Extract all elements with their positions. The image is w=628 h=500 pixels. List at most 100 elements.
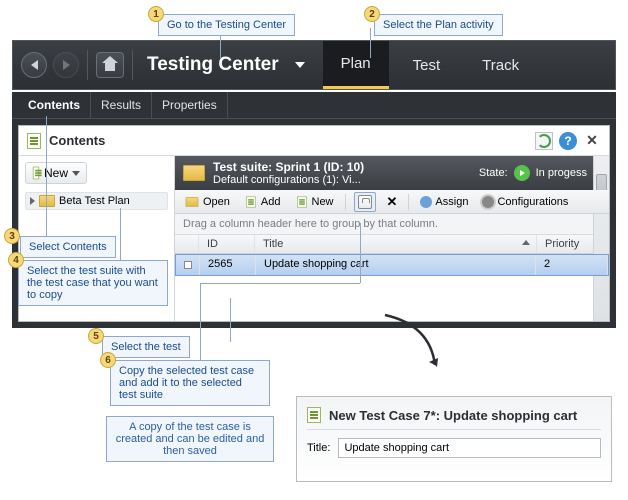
add-icon bbox=[246, 196, 256, 207]
separator bbox=[408, 194, 409, 210]
new-suite-button[interactable]: New bbox=[25, 162, 87, 184]
connector bbox=[230, 298, 231, 342]
person-icon bbox=[420, 196, 432, 208]
separator bbox=[87, 50, 88, 80]
toolbar: Open Add New ✕ Assign Configurations bbox=[175, 190, 609, 214]
sort-asc-icon bbox=[522, 240, 530, 245]
col-title[interactable]: Title bbox=[255, 235, 537, 253]
new-test-case-panel: New Test Case 7*: Update shopping cart T… bbox=[296, 396, 612, 482]
callout-copy-test: Copy the selected test case and add it t… bbox=[110, 360, 270, 406]
callout-select-plan: Select the Plan activity bbox=[374, 14, 503, 36]
subtab-bar: Contents Results Properties bbox=[12, 92, 616, 118]
new-button[interactable]: New bbox=[292, 192, 337, 212]
card-title: Contents bbox=[49, 133, 105, 148]
col-id[interactable]: ID bbox=[199, 235, 255, 253]
separator bbox=[345, 194, 346, 210]
subtab-results[interactable]: Results bbox=[91, 92, 152, 118]
tab-track[interactable]: Track bbox=[464, 41, 537, 89]
connector bbox=[200, 283, 201, 361]
connector bbox=[360, 223, 361, 283]
cell-id: 2565 bbox=[200, 255, 256, 275]
cell-title: Update shopping cart bbox=[256, 255, 536, 275]
expand-icon bbox=[30, 197, 35, 205]
separator bbox=[132, 50, 133, 80]
new-test-case-header: New Test Case 7*: Update shopping cart bbox=[307, 407, 601, 430]
card-header: Contents ? ✕ bbox=[19, 126, 609, 156]
col-check[interactable] bbox=[175, 235, 199, 253]
callout-select-test: Select the test bbox=[102, 336, 190, 358]
detail-pane: Test suite: Sprint 1 (ID: 10) Default co… bbox=[175, 156, 609, 321]
document-icon bbox=[33, 167, 39, 180]
configurations-button[interactable]: Configurations bbox=[479, 194, 571, 210]
callout-goto-center: Go to the Testing Center bbox=[158, 14, 295, 36]
new-test-case-title: New Test Case 7*: Update shopping cart bbox=[329, 408, 577, 423]
assign-label: Assign bbox=[435, 196, 468, 208]
home-icon bbox=[103, 59, 117, 71]
flow-arrow-icon bbox=[380, 310, 450, 380]
step-badge-2: 2 bbox=[364, 6, 380, 22]
home-button[interactable] bbox=[96, 52, 124, 78]
cell-priority: 2 bbox=[536, 255, 608, 275]
chevron-down-icon bbox=[72, 171, 80, 176]
new-icon bbox=[297, 196, 307, 207]
group-hint: Drag a column header here to group by th… bbox=[175, 214, 609, 235]
nav-forward-button[interactable] bbox=[53, 52, 79, 78]
close-button[interactable]: ✕ bbox=[583, 132, 601, 150]
document-icon bbox=[307, 407, 321, 423]
chevron-right-icon bbox=[63, 60, 70, 70]
state-selector[interactable]: State: In progess bbox=[479, 165, 601, 181]
nav-back-button[interactable] bbox=[21, 52, 47, 78]
table-row[interactable]: 2565 Update shopping cart 2 bbox=[175, 254, 609, 276]
new-label: New bbox=[312, 196, 334, 208]
gear-icon bbox=[482, 196, 494, 208]
chevron-down-icon bbox=[295, 62, 305, 68]
row-check[interactable] bbox=[176, 255, 200, 275]
callout-select-suite: Select the test suite with the test case… bbox=[18, 260, 168, 306]
callout-copy-note: A copy of the test case is created and c… bbox=[106, 416, 274, 462]
suite-icon bbox=[183, 165, 205, 181]
assign-button[interactable]: Assign bbox=[417, 194, 471, 210]
copy-icon bbox=[358, 195, 372, 209]
step-badge-5: 5 bbox=[88, 328, 104, 344]
tab-test[interactable]: Test bbox=[395, 41, 459, 89]
state-label: State: bbox=[479, 167, 508, 179]
title-label: Title: bbox=[307, 442, 330, 454]
tab-plan[interactable]: Plan bbox=[323, 41, 389, 89]
col-title-label: Title bbox=[263, 238, 283, 250]
help-button[interactable]: ? bbox=[559, 132, 577, 150]
folder-open-icon bbox=[186, 197, 199, 207]
refresh-icon bbox=[537, 134, 551, 148]
delete-button[interactable]: ✕ bbox=[384, 192, 401, 212]
open-label: Open bbox=[203, 196, 230, 208]
chevron-left-icon bbox=[31, 60, 38, 70]
config-label: Configurations bbox=[497, 196, 568, 208]
open-button[interactable]: Open bbox=[181, 194, 233, 210]
ribbon-header: Testing Center Plan Test Track bbox=[12, 40, 616, 90]
suite-subtitle: Default configurations (1): Vi... bbox=[213, 174, 364, 186]
copy-button[interactable] bbox=[354, 192, 376, 212]
connector bbox=[120, 208, 121, 260]
folder-icon bbox=[39, 195, 55, 207]
step-badge-4: 4 bbox=[8, 252, 24, 268]
step-badge-6: 6 bbox=[100, 352, 116, 368]
document-icon bbox=[27, 133, 41, 149]
center-selector[interactable]: Testing Center bbox=[141, 54, 285, 76]
state-value: In progess bbox=[536, 167, 587, 179]
new-label: New bbox=[44, 166, 68, 180]
add-label: Add bbox=[261, 196, 281, 208]
subtab-properties[interactable]: Properties bbox=[152, 92, 228, 118]
vertical-scrollbar[interactable] bbox=[593, 156, 609, 321]
progress-icon bbox=[514, 165, 530, 181]
tree-item-label: Beta Test Plan bbox=[59, 195, 130, 207]
title-input[interactable] bbox=[338, 438, 601, 458]
connector bbox=[200, 283, 360, 284]
add-button[interactable]: Add bbox=[241, 192, 284, 212]
callout-select-contents: Select Contents bbox=[20, 236, 116, 258]
refresh-button[interactable] bbox=[535, 132, 553, 150]
connector bbox=[46, 116, 47, 236]
subtab-contents[interactable]: Contents bbox=[18, 92, 91, 118]
suite-title: Test suite: Sprint 1 (ID: 10) bbox=[213, 160, 364, 174]
suite-header: Test suite: Sprint 1 (ID: 10) Default co… bbox=[175, 156, 609, 190]
connector bbox=[370, 28, 371, 58]
step-badge-1: 1 bbox=[148, 6, 164, 22]
